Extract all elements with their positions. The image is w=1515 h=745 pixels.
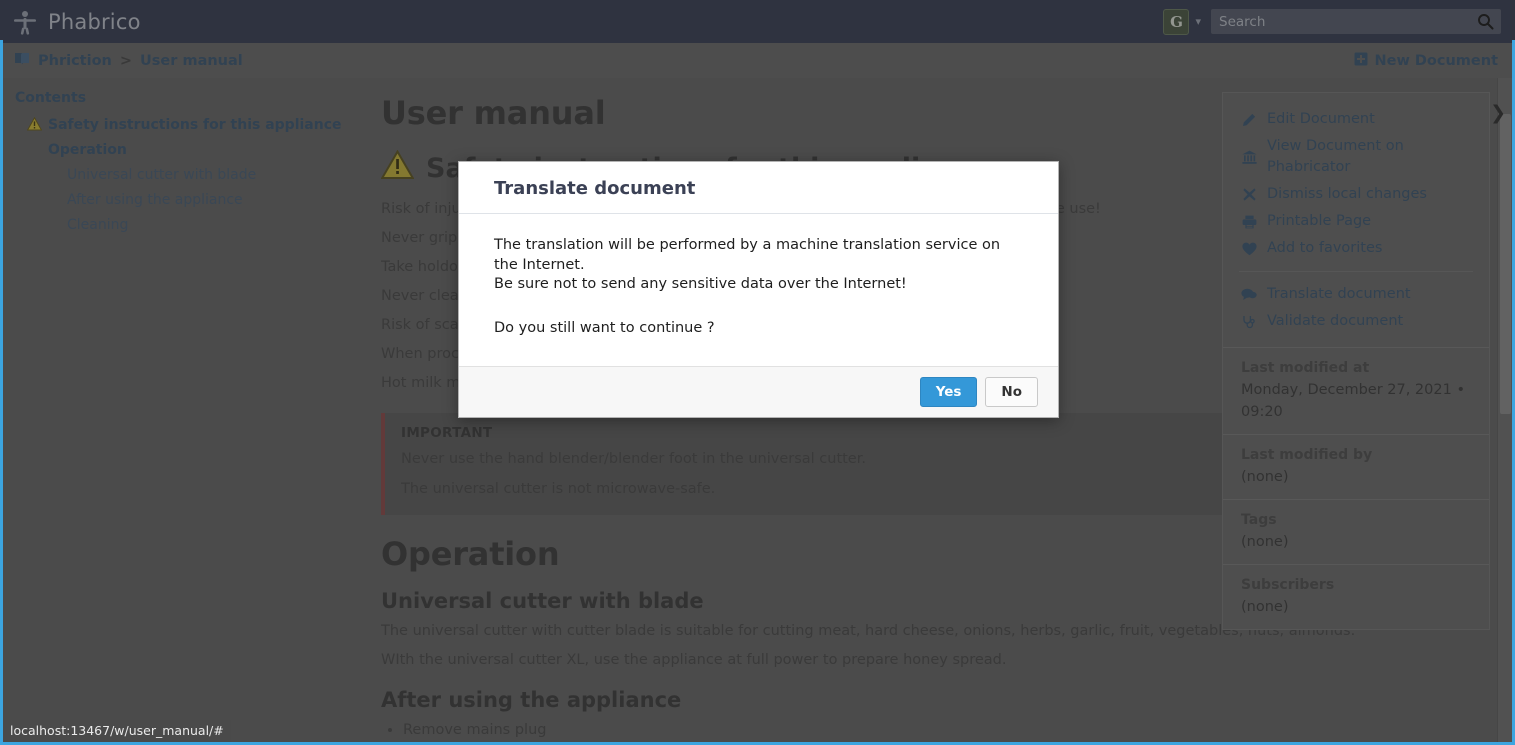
yes-button[interactable]: Yes xyxy=(919,377,978,407)
translate-document-dialog: Translate document The translation will … xyxy=(458,161,1059,418)
dialog-body: The translation will be performed by a m… xyxy=(459,214,1058,366)
dialog-header: Translate document xyxy=(459,162,1058,214)
browser-frame-left xyxy=(0,40,3,745)
no-button[interactable]: No xyxy=(985,377,1038,407)
dialog-title: Translate document xyxy=(494,178,696,199)
dialog-footer: Yes No xyxy=(459,366,1058,417)
dialog-message-line1: The translation will be performed by a m… xyxy=(494,237,1001,273)
dialog-message-line3: Do you still want to continue ? xyxy=(494,319,715,336)
dialog-message-line2: Be sure not to send any sensitive data o… xyxy=(494,276,907,292)
dialog-spacer xyxy=(494,295,1028,319)
status-bar-url: localhost:13467/w/user_manual/# xyxy=(3,720,231,742)
